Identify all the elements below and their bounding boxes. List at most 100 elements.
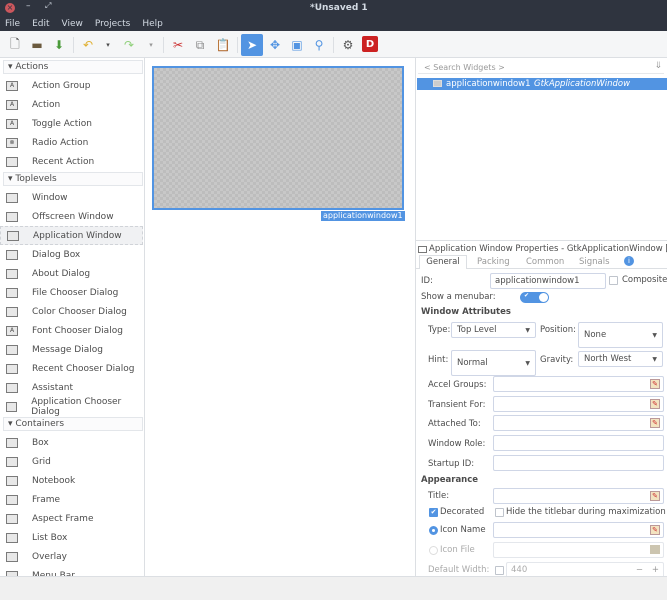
window-role-field[interactable] [493, 435, 664, 451]
palette-item-box[interactable]: Box [0, 433, 143, 452]
palette-group-containers[interactable]: ▾ Containers [3, 417, 143, 431]
position-combo[interactable]: None ▼ [578, 322, 663, 348]
palette-item-toggle-action[interactable]: A Toggle Action [0, 114, 143, 133]
open-icon[interactable]: ▬ [27, 35, 47, 55]
default-width-spin[interactable]: 440 − + [506, 562, 664, 576]
menu-view[interactable]: View [62, 19, 83, 29]
palette-item-file-chooser-dialog[interactable]: File Chooser Dialog [0, 283, 143, 302]
tab-common[interactable]: Common [526, 257, 564, 267]
minimize-button[interactable]: – [26, 1, 31, 11]
window-icon [433, 80, 442, 87]
redo-dropdown-icon[interactable]: ▾ [141, 35, 161, 55]
palette-item-list-box[interactable]: List Box [0, 528, 143, 547]
group-label: Toplevels [15, 174, 57, 184]
edit-icon[interactable]: ✎ [650, 525, 660, 535]
tab-general[interactable]: General [419, 255, 467, 269]
select-pointer-icon[interactable]: ➤ [241, 34, 263, 56]
undo-dropdown-icon[interactable]: ▾ [98, 35, 118, 55]
palette-item-application-window[interactable]: Application Window [0, 226, 143, 245]
default-width-label: Default Width: [428, 565, 490, 575]
decrement-button[interactable]: − [636, 563, 643, 576]
palette-item-action[interactable]: A Action [0, 95, 143, 114]
save-icon[interactable]: ⬇ [49, 35, 69, 55]
attached-to-field[interactable]: ✎ [493, 415, 664, 431]
title-field[interactable]: ✎ [493, 488, 664, 504]
palette-item-frame[interactable]: Frame [0, 490, 143, 509]
palette-item-notebook[interactable]: Notebook [0, 471, 143, 490]
palette-item-offscreen-window[interactable]: Offscreen Window [0, 207, 143, 226]
search-widgets-input[interactable]: < Search Widgets > ⇓ [418, 61, 664, 74]
copy-icon[interactable]: ⧉ [190, 35, 210, 55]
hint-combo[interactable]: Normal ▼ [451, 350, 536, 376]
edit-icon[interactable]: ✎ [650, 418, 660, 428]
palette-item-assistant[interactable]: Assistant [0, 378, 143, 397]
palette-item-about-dialog[interactable]: About Dialog [0, 264, 143, 283]
id-field[interactable]: applicationwindow1 [490, 273, 606, 289]
palette-item-color-chooser-dialog[interactable]: Color Chooser Dialog [0, 302, 143, 321]
icon-name-field[interactable]: ✎ [493, 522, 664, 538]
edit-icon[interactable]: ✎ [650, 399, 660, 409]
palette-item-dialog-box[interactable]: Dialog Box [0, 245, 143, 264]
palette-item-font-chooser-dialog[interactable]: A Font Chooser Dialog [0, 321, 143, 340]
palette-item-recent-action[interactable]: Recent Action [0, 152, 143, 171]
menu-file[interactable]: File [5, 19, 20, 29]
default-width-checkbox[interactable] [495, 566, 504, 575]
startup-id-label: Startup ID: [428, 459, 475, 469]
paste-icon[interactable]: 📋 [213, 35, 233, 55]
increment-button[interactable]: + [652, 563, 659, 576]
palette-item-aspect-frame[interactable]: Aspect Frame [0, 509, 143, 528]
hide-titlebar-checkbox[interactable] [495, 508, 504, 517]
decorated-checkbox[interactable]: ✔ [429, 508, 438, 517]
palette-item-overlay[interactable]: Overlay [0, 547, 143, 566]
palette-item-window[interactable]: Window [0, 188, 143, 207]
new-icon[interactable]: 🗋 [5, 35, 25, 55]
menu-edit[interactable]: Edit [32, 19, 49, 29]
margin-edit-icon[interactable]: ▣ [287, 35, 307, 55]
accel-groups-label: Accel Groups: [428, 380, 487, 390]
devhelp-icon[interactable]: D [362, 36, 378, 52]
composite-checkbox[interactable] [609, 276, 618, 285]
palette-item-radio-action[interactable]: ⊗ Radio Action [0, 133, 143, 152]
tab-signals[interactable]: Signals [579, 257, 610, 267]
tab-accessibility-icon[interactable]: i [624, 256, 634, 266]
close-button[interactable]: × [5, 3, 15, 13]
gravity-combo[interactable]: North West ▼ [578, 351, 663, 367]
menubar-switch[interactable]: ✔ [520, 292, 549, 303]
cut-icon[interactable]: ✂ [168, 35, 188, 55]
palette-group-actions[interactable]: ▾ Actions [3, 60, 143, 74]
grid-icon [6, 456, 18, 467]
icon-file-field[interactable] [493, 542, 664, 558]
palette-item-menu-bar[interactable]: Menu Bar [0, 566, 143, 576]
tree-widget-type: GtkApplicationWindow [534, 79, 631, 89]
accel-groups-field[interactable]: ✎ [493, 376, 664, 392]
redo-icon[interactable]: ↷ [119, 35, 139, 55]
type-combo[interactable]: Top Level ▼ [451, 322, 536, 338]
application-window-preview[interactable] [152, 66, 404, 210]
tab-packing[interactable]: Packing [477, 257, 510, 267]
alignment-edit-icon[interactable]: ⚲ [309, 35, 329, 55]
search-options-icon[interactable]: ⇓ [654, 61, 662, 71]
palette-item-message-dialog[interactable]: Message Dialog [0, 340, 143, 359]
startup-id-field[interactable] [493, 455, 664, 471]
gears-icon[interactable]: ⚙ [338, 35, 358, 55]
palette-item-application-chooser-dialog[interactable]: Application Chooser Dialog [0, 397, 143, 417]
menu-projects[interactable]: Projects [95, 19, 130, 29]
undo-icon[interactable]: ↶ [78, 35, 98, 55]
transient-for-field[interactable]: ✎ [493, 396, 664, 412]
maximize-button[interactable]: ⤢ [45, 1, 51, 11]
palette-group-toplevels[interactable]: ▾ Toplevels [3, 172, 143, 186]
menu-help[interactable]: Help [142, 19, 163, 29]
icon-name-radio[interactable] [429, 526, 438, 535]
edit-icon[interactable]: ✎ [650, 491, 660, 501]
palette-item-recent-chooser-dialog[interactable]: Recent Chooser Dialog [0, 359, 143, 378]
radio-action-icon: ⊗ [6, 137, 18, 148]
edit-icon[interactable]: ✎ [650, 379, 660, 389]
palette-item-grid[interactable]: Grid [0, 452, 143, 471]
palette-item-label: Frame [32, 494, 61, 505]
folder-icon[interactable] [650, 545, 660, 554]
icon-file-radio[interactable] [429, 546, 438, 555]
tree-row[interactable]: applicationwindow1 GtkApplicationWindow [417, 78, 667, 90]
palette-item-action-group[interactable]: A Action Group [0, 76, 143, 95]
offscreen-window-icon [6, 211, 18, 222]
drag-resize-icon[interactable]: ✥ [265, 35, 285, 55]
